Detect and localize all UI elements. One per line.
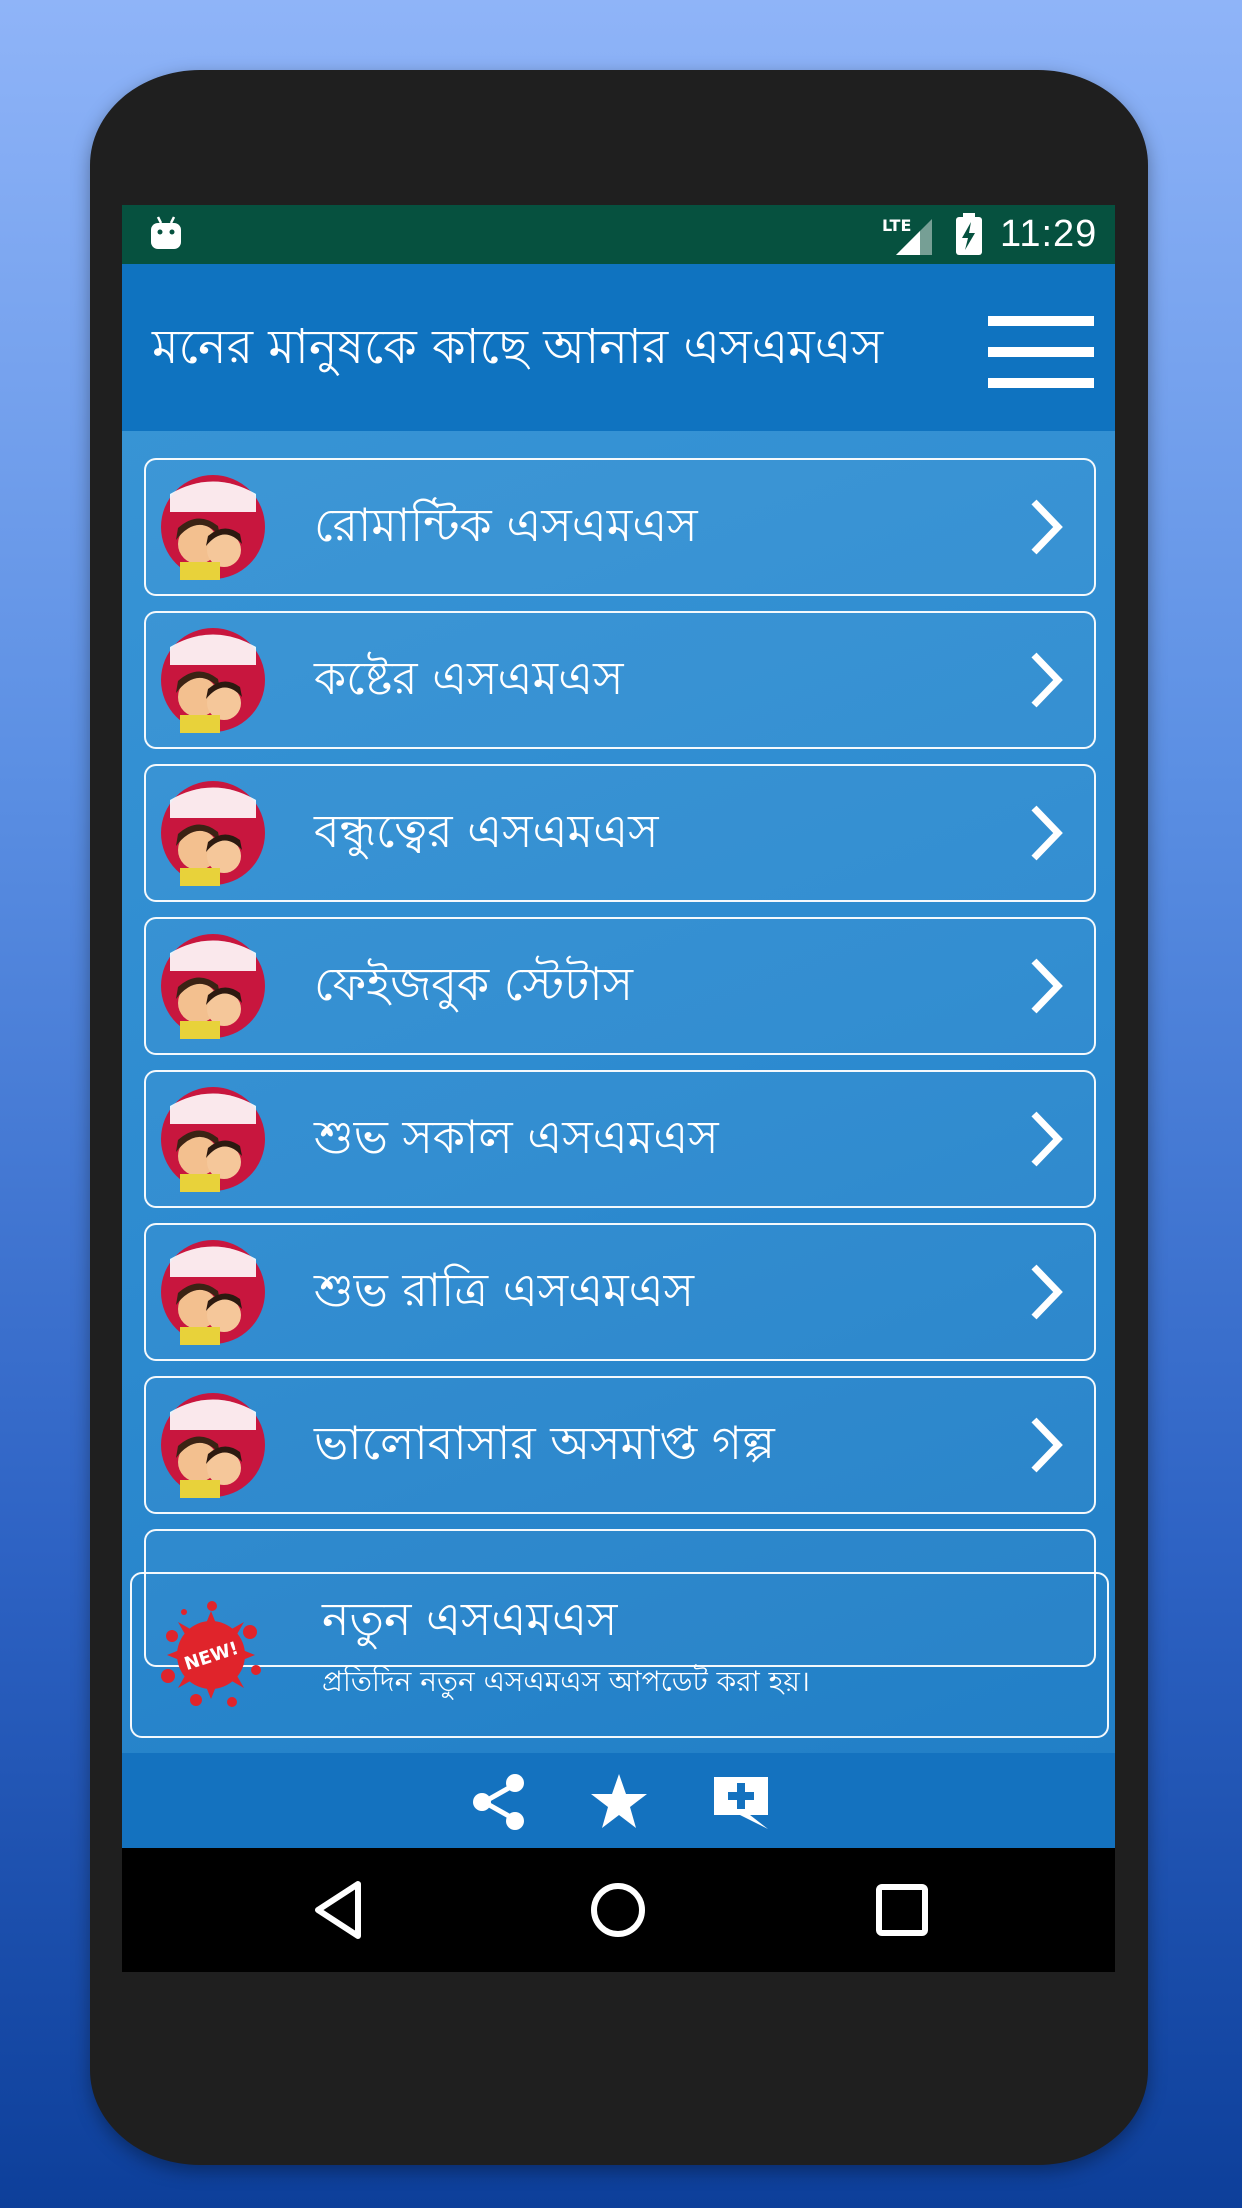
list-item-label: ফেইজবুক স্টেটাস <box>314 957 633 1011</box>
couple-thumbnail-icon <box>161 475 265 580</box>
list-item-good-night[interactable]: শুভ রাত্রি এসএমএস <box>144 1223 1096 1361</box>
star-icon[interactable] <box>588 1771 650 1833</box>
list-item-friendship[interactable]: বন্ধুত্বের এসএমএস <box>144 764 1096 902</box>
new-sms-banner[interactable]: NEW! নতুন এসএমএস প্রতিদিন নতুন এসএমএস আপ… <box>130 1572 1109 1738</box>
chevron-right-icon <box>1031 1264 1063 1320</box>
chevron-right-icon <box>1031 652 1063 708</box>
battery-charging-icon <box>956 213 982 255</box>
new-sms-title: নতুন এসএমএস <box>322 1592 618 1646</box>
couple-thumbnail-icon <box>161 934 265 1039</box>
bottom-action-bar <box>122 1753 1115 1848</box>
list-item-love-story[interactable]: ভালোবাসার অসমাপ্ত গল্প <box>144 1376 1096 1514</box>
list-item-sad[interactable]: কষ্টের এসএমএস <box>144 611 1096 749</box>
menu-bar-icon <box>988 347 1094 357</box>
list-item-label: বন্ধুত্বের এসএমএস <box>314 804 659 858</box>
list-item-good-morning[interactable]: শুভ সকাল এসএমএস <box>144 1070 1096 1208</box>
list-item-facebook-status[interactable]: ফেইজবুক স্টেটাস <box>144 917 1096 1055</box>
list-item-romantic[interactable]: রোমান্টিক এসএমএস <box>144 458 1096 596</box>
chevron-right-icon <box>1031 958 1063 1014</box>
network-type-label: LTE <box>882 216 911 235</box>
status-bar: LTE 11:29 <box>122 205 1115 264</box>
couple-thumbnail-icon <box>161 1087 265 1192</box>
lte-signal-icon: LTE <box>882 216 932 255</box>
app-screen: LTE 11:29 মনের মানুষকে কাছে আনার এসএমএস <box>122 205 1115 1972</box>
chevron-right-icon <box>1031 499 1063 555</box>
app-title: মনের মানুষকে কাছে আনার এসএমএস <box>152 319 884 375</box>
chevron-right-icon <box>1031 1111 1063 1167</box>
new-sms-subtitle: প্রতিদিন নতুন এসএমএস আপডেট করা হয়। <box>322 1665 810 1698</box>
share-icon[interactable] <box>468 1771 530 1833</box>
android-notification-icon <box>151 216 181 249</box>
status-time: 11:29 <box>1000 213 1098 255</box>
category-list[interactable]: রোমান্টিক এসএমএস কষ্টের এসএমএস বন্ধুত্বে… <box>144 458 1096 1728</box>
hamburger-menu-button[interactable] <box>988 316 1094 388</box>
menu-bar-icon <box>988 316 1094 326</box>
couple-thumbnail-icon <box>161 628 265 733</box>
chevron-right-icon <box>1031 805 1063 861</box>
couple-thumbnail-icon <box>161 1240 265 1345</box>
couple-thumbnail-icon <box>161 1393 265 1498</box>
new-splash-icon: NEW! <box>161 1601 261 1707</box>
back-icon[interactable] <box>308 1878 372 1942</box>
couple-thumbnail-icon <box>161 781 265 886</box>
app-bar: মনের মানুষকে কাছে আনার এসএমএস <box>122 264 1115 431</box>
chevron-right-icon <box>1031 1417 1063 1473</box>
list-item-label: শুভ রাত্রি এসএমএস <box>314 1263 695 1317</box>
list-item-label: কষ্টের এসএমএস <box>314 651 624 705</box>
menu-bar-icon <box>988 378 1094 388</box>
list-item-label: শুভ সকাল এসএমএস <box>314 1110 719 1164</box>
recents-icon[interactable] <box>870 1878 934 1942</box>
list-item-label: রোমান্টিক এসএমএস <box>314 498 698 552</box>
list-item-label: ভালোবাসার অসমাপ্ত গল্প <box>314 1416 775 1470</box>
add-message-icon[interactable] <box>710 1771 772 1833</box>
home-icon[interactable] <box>586 1878 650 1942</box>
system-nav-bar <box>122 1848 1115 1972</box>
